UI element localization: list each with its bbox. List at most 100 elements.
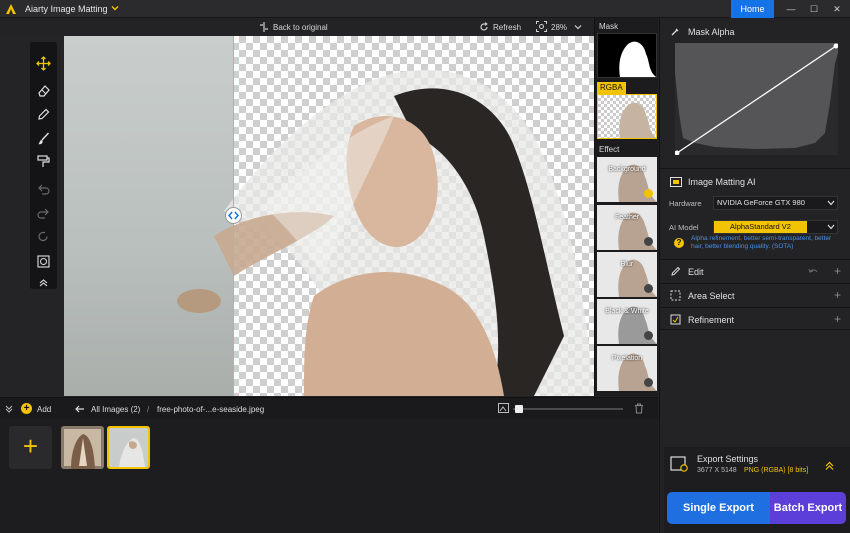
undo-small-icon[interactable] — [808, 267, 818, 276]
effect-label-pixelation: Pixelation — [611, 355, 643, 362]
hardware-value: NVIDIA GeForce GTX 980 — [717, 198, 805, 207]
minimize-button[interactable]: — — [780, 0, 802, 18]
effect-label-bw: Black & White — [605, 308, 649, 315]
refinement-icon — [670, 314, 681, 325]
mask-header: Mask — [599, 22, 619, 31]
preview-column: Mask RGBA Effect Background Feather Blur… — [594, 18, 658, 396]
effect-feather-thumbnail[interactable]: Feather — [597, 205, 657, 250]
trash-icon[interactable] — [634, 403, 644, 414]
slider-thumb[interactable] — [515, 405, 523, 413]
undo-icon[interactable] — [36, 182, 51, 197]
refresh-icon[interactable] — [479, 22, 489, 32]
thumbnail-size-slider[interactable] — [513, 408, 623, 410]
canvas-toolbar: Back to original Refresh 28% — [0, 18, 594, 36]
effect-header: Effect — [599, 145, 620, 154]
single-export-button[interactable]: Single Export — [667, 492, 770, 524]
brush-icon[interactable] — [36, 131, 51, 146]
tool-palette — [30, 42, 57, 289]
app-title: Aiarty Image Matting — [25, 4, 108, 14]
refresh-button[interactable]: Refresh — [493, 23, 521, 32]
image-list-bar: + Add All Images (2) / free-photo-of-...… — [0, 397, 658, 419]
edit-section[interactable]: Edit + — [660, 259, 850, 282]
compare-icon — [260, 22, 268, 32]
back-to-original-button[interactable]: Back to original — [273, 23, 328, 32]
area-select-expand-icon[interactable]: + — [834, 288, 841, 302]
add-button[interactable]: Add — [37, 405, 51, 414]
add-icon[interactable]: + — [21, 403, 32, 414]
mask-alpha-title: Mask Alpha — [688, 27, 735, 37]
help-icon[interactable]: ? — [674, 238, 684, 248]
pen-icon[interactable] — [36, 107, 51, 122]
zoom-chevron-icon[interactable] — [574, 23, 582, 31]
hardware-select[interactable]: NVIDIA GeForce GTX 980 — [713, 196, 838, 210]
selected-check-icon — [644, 189, 653, 198]
home-button[interactable]: Home — [731, 0, 774, 18]
radio-icon — [644, 284, 653, 293]
title-bar: Aiarty Image Matting Home — ☐ ✕ — [0, 0, 850, 18]
move-tool-icon[interactable] — [36, 56, 51, 71]
redo-icon[interactable] — [36, 206, 51, 221]
ai-model-select[interactable]: AlphaStandard V2 — [713, 220, 838, 234]
collapse-up-icon[interactable] — [36, 275, 51, 290]
refinement-label: Refinement — [688, 315, 735, 325]
effect-background-thumbnail[interactable]: Background — [597, 157, 657, 202]
batch-export-button[interactable]: Batch Export — [770, 492, 846, 524]
thumbnail-size-icon — [498, 403, 509, 413]
chevron-down-icon[interactable] — [110, 3, 120, 13]
back-arrow-icon[interactable] — [75, 405, 85, 413]
mask-alpha-curve[interactable] — [674, 43, 839, 156]
app-logo-icon — [6, 4, 16, 14]
mask-thumbnail[interactable] — [597, 33, 657, 78]
effect-bw-thumbnail[interactable]: Black & White — [597, 299, 657, 344]
expand-up-icon[interactable] — [824, 460, 835, 471]
paint-roller-icon[interactable] — [36, 154, 51, 169]
edit-label: Edit — [688, 267, 704, 277]
separator — [660, 168, 850, 169]
ai-model-label: AI Model — [669, 223, 699, 232]
effect-label-blur: Blur — [620, 261, 634, 268]
matting-ai-icon — [670, 177, 682, 187]
edit-icon — [671, 266, 681, 276]
maximize-button[interactable]: ☐ — [803, 0, 825, 18]
image-thumbnail-2-selected[interactable] — [107, 426, 150, 469]
export-settings-icon[interactable] — [670, 456, 689, 473]
effect-blur-thumbnail[interactable]: Blur — [597, 252, 657, 297]
export-settings-title: Export Settings — [697, 454, 759, 464]
all-images-link[interactable]: All Images (2) — [91, 405, 140, 414]
collapse-down-icon[interactable] — [5, 405, 13, 413]
close-button[interactable]: ✕ — [826, 0, 848, 18]
zoom-level[interactable]: 28% — [551, 23, 567, 32]
hardware-chevron-icon[interactable] — [827, 200, 835, 206]
radio-icon — [644, 331, 653, 340]
edit-expand-icon[interactable]: + — [834, 264, 841, 278]
area-select-icon — [670, 290, 681, 301]
refinement-section[interactable]: Refinement + — [660, 307, 850, 330]
rgba-label: RGBA — [597, 82, 626, 94]
ai-model-description: Alpha refinement, better semi-transparen… — [691, 235, 832, 250]
compare-handle-icon[interactable] — [225, 207, 242, 224]
mask-alpha-icon — [671, 28, 679, 36]
effect-pixelation-thumbnail[interactable]: Pixelation — [597, 346, 657, 391]
ai-model-value: AlphaStandard V2 — [714, 221, 807, 233]
current-filename: free-photo-of-...e-seaside.jpeg — [157, 405, 265, 414]
subject-image — [177, 69, 594, 396]
reset-icon[interactable] — [36, 229, 51, 244]
export-format: PNG (RGBA) [8 bits] — [744, 467, 809, 474]
effect-label-feather: Feather — [614, 214, 640, 221]
ai-model-chevron-icon[interactable] — [827, 224, 835, 230]
radio-icon — [644, 237, 653, 246]
export-size: 3677 X 5148 — [697, 467, 737, 474]
matting-ai-title: Image Matting AI — [688, 177, 756, 187]
refinement-expand-icon[interactable]: + — [834, 312, 841, 326]
area-select-section[interactable]: Area Select + — [660, 283, 850, 306]
radio-icon — [644, 378, 653, 387]
image-thumbnail-1[interactable] — [61, 426, 104, 469]
eraser-icon[interactable] — [36, 83, 51, 98]
rgba-thumbnail[interactable] — [597, 94, 657, 139]
mask-view-icon[interactable] — [36, 254, 51, 269]
add-image-button[interactable]: + — [9, 426, 52, 469]
image-canvas[interactable] — [64, 36, 594, 396]
zoom-icon[interactable] — [536, 21, 547, 32]
effect-label-background: Background — [608, 166, 646, 173]
breadcrumb-separator: / — [147, 405, 150, 414]
